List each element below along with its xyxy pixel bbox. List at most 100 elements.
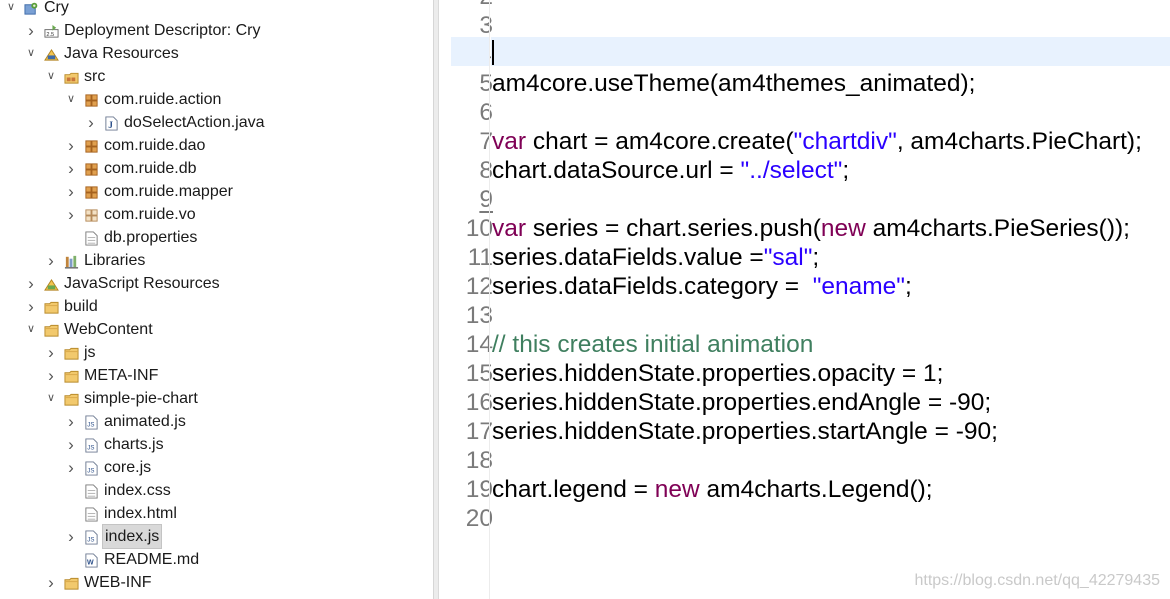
chevron-right-icon[interactable]: › bbox=[66, 180, 76, 203]
tree-item[interactable]: ∨ simple-pie-chart bbox=[0, 387, 433, 410]
svg-text:JS: JS bbox=[87, 421, 94, 428]
chevron-right-icon[interactable]: › bbox=[66, 525, 76, 548]
tree-item[interactable]: › 2.5 Deployment Descriptor: Cry bbox=[0, 19, 433, 42]
code-token-string: "sal" bbox=[763, 244, 813, 271]
tree-item[interactable]: db.properties bbox=[0, 226, 433, 249]
code-line[interactable]: series.hiddenState.properties.opacity = … bbox=[492, 359, 943, 388]
line-number: 15 bbox=[465, 360, 493, 387]
tree-item[interactable]: › com.ruide.db bbox=[0, 157, 433, 180]
code-token-plain: chart.dataSource.url = bbox=[492, 157, 741, 184]
chevron-right-icon[interactable]: › bbox=[26, 272, 36, 295]
chevron-down-icon[interactable]: ∨ bbox=[46, 65, 56, 88]
tree-item-label: index.html bbox=[104, 505, 177, 522]
line-number: 13 bbox=[465, 302, 493, 329]
js-file-icon: JS bbox=[84, 437, 99, 453]
tree-item-label: js bbox=[84, 344, 96, 361]
chevron-right-icon[interactable]: › bbox=[86, 111, 96, 134]
chevron-down-icon[interactable]: ∨ bbox=[66, 88, 76, 111]
svg-text:JS: JS bbox=[87, 444, 94, 451]
code-token-plain: series.hiddenState.properties.endAngle =… bbox=[492, 389, 992, 416]
chevron-right-icon[interactable]: › bbox=[66, 203, 76, 226]
tree-item[interactable]: › build bbox=[0, 295, 433, 318]
line-number: 5 bbox=[479, 70, 493, 97]
file-icon bbox=[84, 230, 99, 246]
code-line[interactable]: var chart = am4core.create("chartdiv", a… bbox=[492, 127, 1142, 156]
tree-item[interactable]: › JavaScript Resources bbox=[0, 272, 433, 295]
chevron-down-icon[interactable]: ∨ bbox=[6, 0, 16, 19]
tree-item[interactable]: ∨ Java Resources bbox=[0, 42, 433, 65]
chevron-right-icon[interactable]: › bbox=[26, 295, 36, 318]
tree-item-label: Cry bbox=[44, 0, 69, 16]
tree-item[interactable]: › META-INF bbox=[0, 364, 433, 387]
tree-item[interactable]: › WEB-INF bbox=[0, 571, 433, 594]
tree-item[interactable]: ∨ Cry bbox=[0, 0, 433, 19]
chevron-right-icon[interactable]: › bbox=[66, 157, 76, 180]
tree-item[interactable]: ∨ src bbox=[0, 65, 433, 88]
tree-item[interactable]: › js bbox=[0, 341, 433, 364]
svg-text:J: J bbox=[108, 121, 113, 131]
tree-item[interactable]: › com.ruide.mapper bbox=[0, 180, 433, 203]
code-line[interactable]: series.dataFields.category = "ename"; bbox=[492, 272, 912, 301]
tree-item-label: com.ruide.dao bbox=[104, 137, 206, 154]
folder-icon bbox=[64, 575, 79, 590]
code-line[interactable]: chart.dataSource.url = "../select"; bbox=[492, 156, 849, 185]
chevron-right-icon[interactable]: › bbox=[26, 19, 36, 42]
code-token-plain: chart.legend = bbox=[492, 476, 655, 503]
tree-item-label: META-INF bbox=[84, 367, 159, 384]
code-line[interactable]: // this creates initial animation bbox=[492, 330, 813, 359]
tree-item-label: JavaScript Resources bbox=[64, 275, 220, 292]
code-line[interactable]: series.dataFields.value ="sal"; bbox=[492, 243, 819, 272]
chevron-right-icon[interactable]: › bbox=[46, 249, 56, 272]
javascript-resources-icon bbox=[44, 276, 59, 291]
tree-item[interactable]: › com.ruide.dao bbox=[0, 134, 433, 157]
tree-item[interactable]: › com.ruide.vo bbox=[0, 203, 433, 226]
project-explorer[interactable]: ∨ Cry › 2.5 Deployment Descriptor: Cry ∨ Java … bbox=[0, 0, 433, 599]
tree-item[interactable]: › JS charts.js bbox=[0, 433, 433, 456]
tree-item[interactable]: › Libraries bbox=[0, 249, 433, 272]
code-line[interactable]: var series = chart.series.push(new am4ch… bbox=[492, 214, 1130, 243]
chevron-right-icon[interactable]: › bbox=[66, 433, 76, 456]
chevron-down-icon[interactable]: ∨ bbox=[26, 42, 36, 65]
chevron-down-icon[interactable]: ∨ bbox=[26, 318, 36, 341]
folder-icon bbox=[44, 322, 59, 337]
code-token-plain: series.dataFields.category = bbox=[492, 273, 813, 300]
code-line[interactable]: chart.legend = new am4charts.Legend(); bbox=[492, 475, 933, 504]
chevron-right-icon[interactable]: › bbox=[46, 571, 56, 594]
line-number: 19 bbox=[465, 476, 493, 503]
current-line-gutter-highlight bbox=[451, 37, 489, 66]
tree-item[interactable]: ∨ WebContent bbox=[0, 318, 433, 341]
line-number: 17 bbox=[465, 418, 493, 445]
code-token-plain: am4charts.Legend(); bbox=[699, 476, 933, 503]
chevron-right-icon[interactable]: › bbox=[46, 364, 56, 387]
code-line[interactable]: series.hiddenState.properties.endAngle =… bbox=[492, 388, 991, 417]
tree-item[interactable]: W README.md bbox=[0, 548, 433, 571]
gutter-divider bbox=[489, 0, 490, 599]
code-line[interactable]: series.hiddenState.properties.startAngle… bbox=[492, 417, 998, 446]
chevron-right-icon[interactable]: › bbox=[46, 341, 56, 364]
tree-item[interactable]: › JS animated.js bbox=[0, 410, 433, 433]
line-number: 8 bbox=[479, 157, 493, 184]
tree-item[interactable]: › JS core.js bbox=[0, 456, 433, 479]
chevron-right-icon[interactable]: › bbox=[66, 410, 76, 433]
tree-item[interactable]: › JdoSelectAction.java bbox=[0, 111, 433, 134]
code-editor[interactable]: 234567891011121314151617181920 am4core.u… bbox=[439, 0, 1170, 599]
line-number: 12 bbox=[465, 273, 493, 300]
code-token-comment: // this creates initial animation bbox=[492, 331, 814, 358]
code-token-plain: chart = am4core.create( bbox=[526, 128, 794, 155]
tree-item-label: com.ruide.db bbox=[104, 160, 197, 177]
tree-item[interactable]: index.css bbox=[0, 479, 433, 502]
code-token-plain: ; bbox=[842, 157, 850, 184]
tree-item[interactable]: index.html bbox=[0, 502, 433, 525]
code-token-keyword: var bbox=[492, 215, 527, 242]
tree-item-label: simple-pie-chart bbox=[84, 390, 198, 407]
code-token-string: "chartdiv" bbox=[793, 128, 897, 155]
tree-item[interactable]: › JS index.js bbox=[0, 524, 433, 549]
chevron-right-icon[interactable]: › bbox=[66, 456, 76, 479]
package-icon bbox=[84, 184, 99, 199]
chevron-down-icon[interactable]: ∨ bbox=[46, 387, 56, 410]
code-token-keyword: new bbox=[820, 215, 866, 242]
tree-item[interactable]: ∨ com.ruide.action bbox=[0, 88, 433, 111]
chevron-right-icon[interactable]: › bbox=[66, 134, 76, 157]
code-token-plain: am4charts.PieSeries()); bbox=[865, 215, 1130, 242]
code-line[interactable]: am4core.useTheme(am4themes_animated); bbox=[492, 69, 975, 98]
